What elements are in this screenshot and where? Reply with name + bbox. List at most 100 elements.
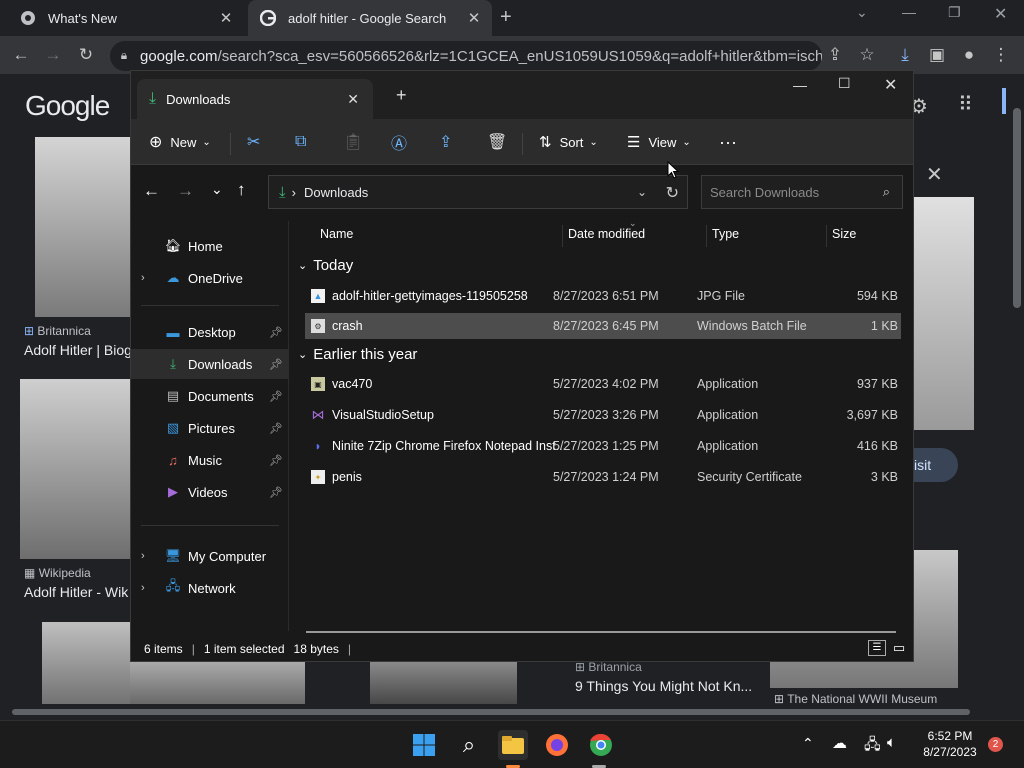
page-scrollbar[interactable] bbox=[1010, 88, 1024, 706]
back-icon[interactable]: ← bbox=[143, 181, 160, 201]
file-explorer-icon[interactable] bbox=[498, 730, 528, 760]
result-title[interactable]: Adolf Hitler | Biog bbox=[24, 342, 130, 358]
delete-icon[interactable]: 🗑︎ bbox=[487, 127, 507, 157]
chrome-icon[interactable] bbox=[586, 730, 616, 760]
refresh-icon[interactable]: ↻ bbox=[666, 183, 679, 203]
share-icon[interactable]: ⇪ bbox=[439, 127, 452, 157]
nav-documents[interactable]: ▤ Documents 📌︎ bbox=[131, 381, 289, 411]
pin-icon[interactable]: 📌︎ bbox=[269, 454, 283, 467]
chevron-right-icon[interactable]: › bbox=[141, 272, 145, 284]
nav-my-computer[interactable]: › 🖥︎ My Computer bbox=[131, 541, 289, 571]
new-tab-icon[interactable]: + bbox=[396, 85, 407, 106]
chevron-down-icon[interactable]: ⌄ bbox=[298, 259, 307, 272]
column-divider[interactable] bbox=[562, 225, 563, 247]
side-panel-icon[interactable]: ▣ bbox=[926, 44, 948, 66]
chevron-right-icon[interactable]: › bbox=[141, 550, 145, 562]
tab-google-search[interactable]: adolf hitler - Google Search ✕ bbox=[248, 0, 492, 36]
forward-icon[interactable]: → bbox=[177, 181, 194, 201]
pin-icon[interactable]: 📌︎ bbox=[269, 326, 283, 339]
horizontal-scrollbar[interactable] bbox=[306, 631, 896, 633]
nav-pictures[interactable]: ▧ Pictures 📌︎ bbox=[131, 413, 289, 443]
new-tab-icon[interactable]: + bbox=[500, 6, 512, 29]
copy-icon[interactable]: ⧉ bbox=[295, 127, 306, 157]
tab-search-icon[interactable]: ⌄ bbox=[856, 4, 868, 21]
search-icon[interactable]: ⌕ bbox=[454, 730, 484, 760]
file-row[interactable]: ▣ vac470 5/27/2023 4:02 PM Application 93… bbox=[305, 371, 901, 397]
column-divider[interactable] bbox=[706, 225, 707, 247]
address-path[interactable]: ⤓ › Downloads ⌄ ↻ bbox=[268, 175, 688, 209]
scroll-thumb[interactable] bbox=[12, 709, 970, 715]
chevron-down-icon[interactable]: ⌄ bbox=[298, 348, 307, 361]
nav-desktop[interactable]: ▬ Desktop 📌︎ bbox=[131, 317, 289, 347]
apps-grid-icon[interactable]: ⠿ bbox=[958, 92, 973, 117]
horizontal-scrollbar[interactable] bbox=[0, 704, 1010, 720]
pin-icon[interactable]: 📌︎ bbox=[269, 358, 283, 371]
volume-icon[interactable]: 🔈︎ bbox=[887, 734, 896, 751]
nav-home[interactable]: 🏠︎ Home bbox=[131, 231, 289, 261]
sort-button[interactable]: ⇅ Sort ⌄ bbox=[539, 127, 598, 157]
result-image[interactable] bbox=[42, 622, 130, 706]
download-icon[interactable]: ⤓ bbox=[894, 44, 916, 66]
avatar[interactable] bbox=[1002, 88, 1006, 114]
network-icon[interactable]: 🖧 bbox=[864, 734, 881, 759]
chevron-right-icon[interactable]: › bbox=[141, 582, 145, 594]
view-button[interactable]: ☰ View ⌄ bbox=[627, 127, 691, 157]
lock-icon[interactable]: 🔒︎ bbox=[116, 46, 132, 64]
cut-icon[interactable]: ✂ bbox=[247, 127, 260, 157]
maximize-icon[interactable]: ☐ bbox=[838, 75, 851, 92]
tiles-view-icon[interactable]: ▭ bbox=[891, 640, 907, 656]
forward-icon[interactable]: → bbox=[42, 44, 64, 66]
paste-icon[interactable]: 📋︎ bbox=[343, 127, 363, 157]
search-input[interactable]: Search Downloads ⌕ bbox=[701, 175, 903, 209]
nav-network[interactable]: › 🖧 Network bbox=[131, 573, 289, 603]
rename-icon[interactable]: Ⓐ bbox=[391, 127, 407, 157]
minimize-icon[interactable]: — bbox=[793, 77, 807, 93]
result-title[interactable]: 9 Things You Might Not Kn... bbox=[575, 678, 765, 694]
recent-locations-icon[interactable]: ⌄ bbox=[211, 181, 223, 198]
clock[interactable]: 6:52 PM 8/27/2023 bbox=[920, 729, 980, 759]
group-header-today[interactable]: ⌄ Today bbox=[298, 257, 353, 274]
result-image[interactable] bbox=[20, 379, 130, 559]
pin-icon[interactable]: 📌︎ bbox=[269, 390, 283, 403]
start-windows-icon[interactable] bbox=[409, 730, 439, 760]
back-icon[interactable]: ← bbox=[10, 44, 32, 66]
file-row[interactable]: ⋈ VisualStudioSetup 5/27/2023 3:26 PM App… bbox=[305, 402, 901, 428]
nav-downloads[interactable]: ⤓ Downloads 📌︎ bbox=[131, 349, 289, 379]
reload-icon[interactable]: ↻ bbox=[75, 44, 97, 66]
restore-icon[interactable]: ❐ bbox=[948, 4, 961, 21]
up-icon[interactable]: ↑ bbox=[237, 180, 246, 200]
menu-icon[interactable]: ⋮ bbox=[990, 44, 1012, 66]
preview-image[interactable] bbox=[914, 197, 974, 430]
column-header-name[interactable]: Name bbox=[320, 221, 353, 247]
nav-videos[interactable]: ▶ Videos 📌︎ bbox=[131, 477, 289, 507]
chevron-up-icon[interactable]: ⌃ bbox=[802, 735, 814, 752]
pin-icon[interactable]: 📌︎ bbox=[269, 486, 283, 499]
profile-icon[interactable]: ● bbox=[958, 44, 980, 66]
share-icon[interactable]: ⇪ bbox=[824, 44, 846, 66]
file-row[interactable]: ◗ Ninite 7Zip Chrome Firefox Notepad Inst… bbox=[305, 433, 901, 459]
pin-icon[interactable]: 📌︎ bbox=[269, 422, 283, 435]
column-divider[interactable] bbox=[826, 225, 827, 247]
result-title[interactable]: Adolf Hitler - Wik bbox=[24, 584, 130, 600]
tab-whats-new[interactable]: What's New ✕ bbox=[8, 0, 244, 36]
minimize-icon[interactable]: — bbox=[902, 4, 916, 20]
close-preview-icon[interactable]: ✕ bbox=[926, 162, 943, 187]
result-image[interactable] bbox=[370, 662, 517, 706]
tab-downloads[interactable]: ⤓ Downloads ✕ bbox=[137, 79, 373, 119]
breadcrumb[interactable]: Downloads bbox=[304, 185, 368, 200]
nav-music[interactable]: ♫ Music 📌︎ bbox=[131, 445, 289, 475]
notification-badge[interactable]: 2 bbox=[988, 737, 1003, 752]
column-header-type[interactable]: Type bbox=[712, 221, 739, 247]
google-logo[interactable]: Google bbox=[25, 90, 110, 122]
address-bar[interactable]: google.com/search?sca_esv=560566526&rlz=… bbox=[110, 41, 822, 71]
result-image[interactable] bbox=[35, 137, 130, 317]
bookmark-star-icon[interactable]: ☆ bbox=[856, 44, 878, 66]
close-tab-icon[interactable]: ✕ bbox=[464, 9, 484, 27]
group-header-earlier[interactable]: ⌄ Earlier this year bbox=[298, 346, 417, 363]
onedrive-cloud-icon[interactable]: ☁ bbox=[832, 734, 847, 752]
file-row[interactable]: ✦ penis 5/27/2023 1:24 PM Security Certif… bbox=[305, 464, 901, 490]
details-view-icon[interactable]: ☰ bbox=[868, 640, 886, 656]
more-options-icon[interactable]: ··· bbox=[719, 127, 737, 157]
file-row[interactable]: ▲ adolf-hitler-gettyimages-119505258 8/27… bbox=[305, 283, 901, 309]
close-window-icon[interactable]: ✕ bbox=[994, 4, 1007, 24]
